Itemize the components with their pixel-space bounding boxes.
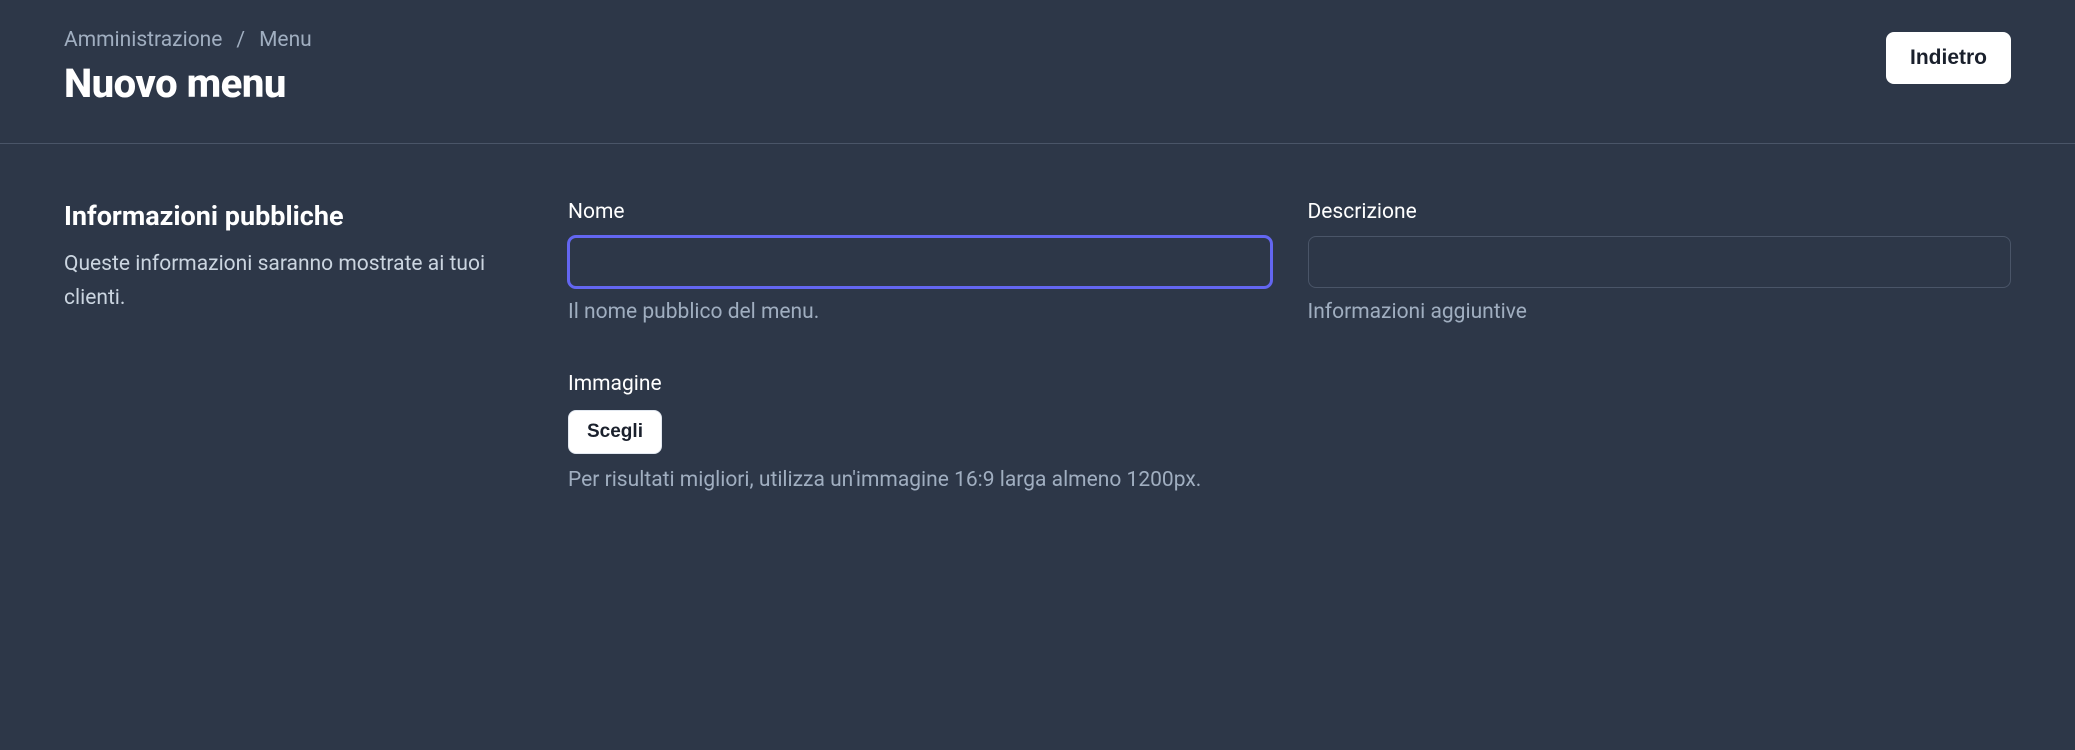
name-hint: Il nome pubblico del menu. [568, 300, 1272, 324]
breadcrumb-root[interactable]: Amministrazione [64, 28, 222, 52]
content: Informazioni pubbliche Queste informazio… [0, 144, 2075, 548]
image-hint: Per risultati migliori, utilizza un'imma… [568, 468, 2011, 492]
description-input[interactable] [1308, 236, 2012, 288]
back-button[interactable]: Indietro [1886, 32, 2011, 84]
description-hint: Informazioni aggiuntive [1308, 300, 2012, 324]
description-label: Descrizione [1308, 200, 2012, 224]
section-description: Queste informazioni saranno mostrate ai … [64, 248, 520, 315]
header-left: Amministrazione / Menu Nuovo menu [64, 28, 312, 107]
name-label: Nome [568, 200, 1272, 224]
section-title: Informazioni pubbliche [64, 200, 520, 232]
name-input[interactable] [568, 236, 1272, 288]
image-label: Immagine [568, 372, 2011, 396]
page-header: Amministrazione / Menu Nuovo menu Indiet… [0, 0, 2075, 144]
breadcrumb-separator: / [236, 28, 245, 52]
form-row-1: Nome Il nome pubblico del menu. Descrizi… [568, 200, 2011, 324]
page-title: Nuovo menu [64, 60, 312, 107]
form-fields: Nome Il nome pubblico del menu. Descrizi… [568, 200, 2011, 492]
section-info: Informazioni pubbliche Queste informazio… [64, 200, 544, 492]
field-name: Nome Il nome pubblico del menu. [568, 200, 1272, 324]
breadcrumb-current[interactable]: Menu [259, 28, 312, 52]
field-description: Descrizione Informazioni aggiuntive [1308, 200, 2012, 324]
field-image: Immagine Scegli Per risultati migliori, … [568, 372, 2011, 492]
breadcrumb: Amministrazione / Menu [64, 28, 312, 52]
choose-image-button[interactable]: Scegli [568, 410, 662, 454]
